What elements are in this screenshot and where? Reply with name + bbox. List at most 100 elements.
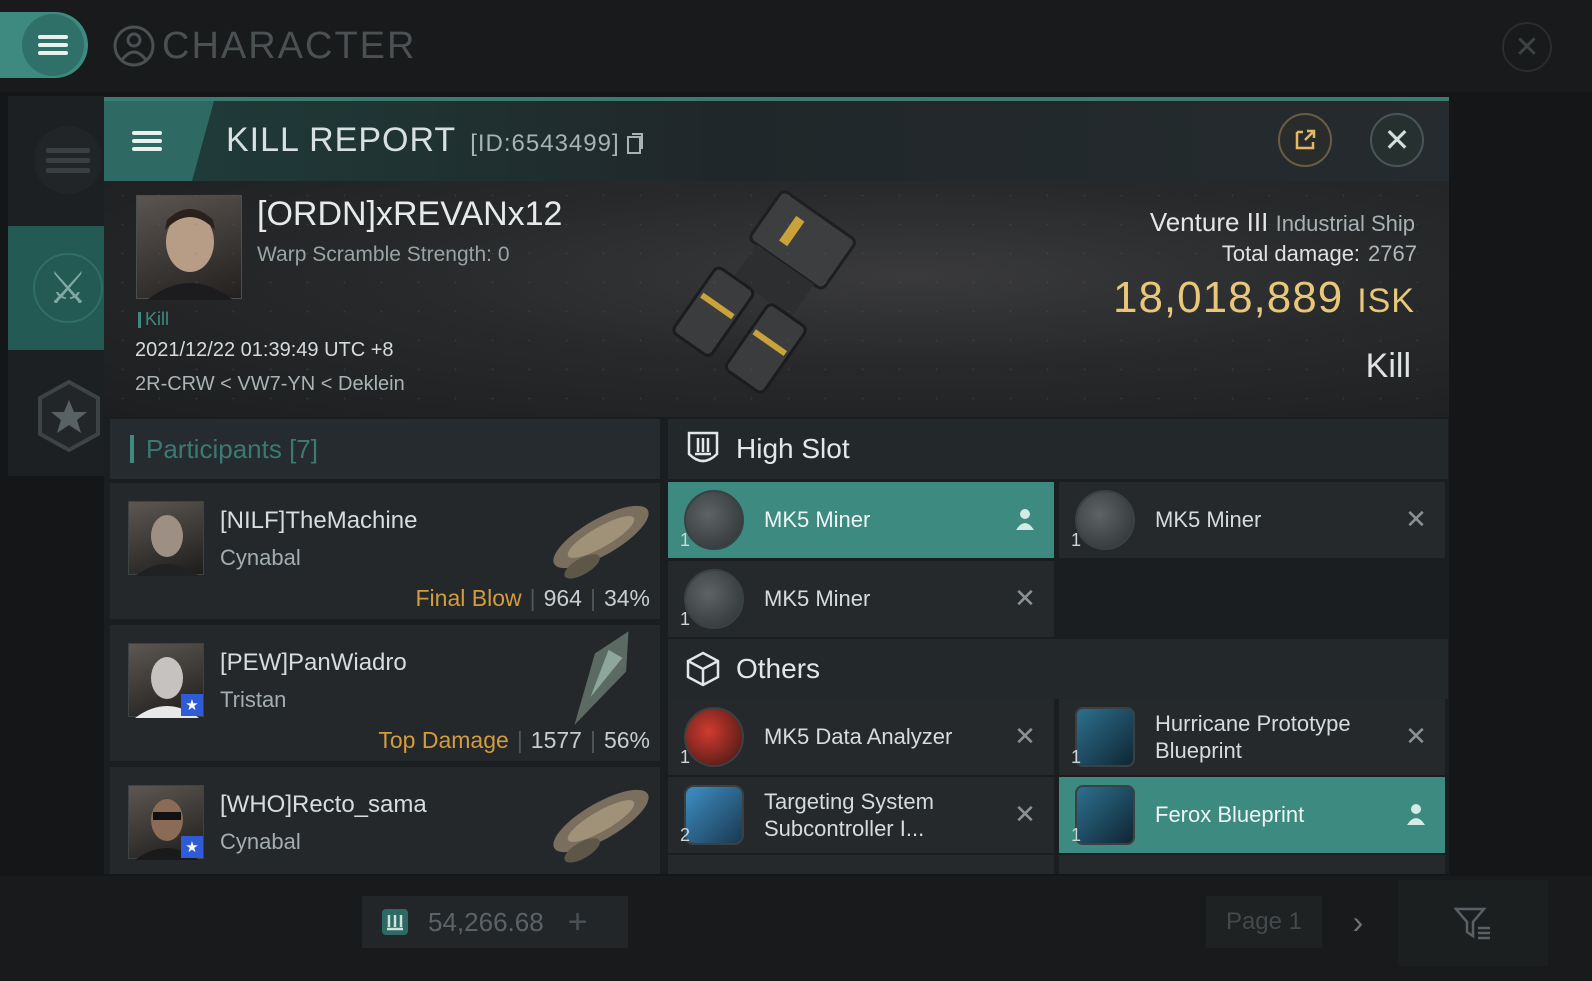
total-damage: Total damage: 2767 <box>1222 241 1417 267</box>
top-damage-label: Top Damage <box>378 727 509 753</box>
module-name: MK5 Data Analyzer <box>764 724 953 750</box>
page-indicator: Page 1 <box>1206 896 1322 948</box>
victim-banner: [ORDN]xREVANx12 Warp Scramble Strength: … <box>104 181 1449 417</box>
module-item[interactable]: 1 Hurricane Prototype Blueprint ✕ <box>1059 699 1445 775</box>
participant-name: [PEW]PanWiadro <box>220 649 407 676</box>
participant-portrait[interactable]: ★ <box>128 643 204 718</box>
module-item[interactable]: 2 Targeting System Subcontroller I... ✕ <box>668 777 1054 853</box>
add-funds-button[interactable]: + <box>568 903 588 942</box>
filter-button[interactable] <box>1398 880 1548 966</box>
report-id[interactable]: [ID:6543499] <box>470 130 643 158</box>
portrait-image <box>147 209 233 300</box>
targeting-system-icon <box>684 785 744 845</box>
others-header-text: Others <box>736 653 821 684</box>
module-item[interactable]: 1 MK5 Data Analyzer ✕ <box>668 699 1054 775</box>
victim-name[interactable]: [ORDN]xREVANx12 <box>257 195 562 234</box>
close-icon: ✕ <box>1405 720 1427 751</box>
victim-ship-image[interactable] <box>652 185 902 403</box>
close-button[interactable]: ✕ <box>1370 113 1424 167</box>
app-title-text: CHARACTER <box>162 24 417 67</box>
high-slot-header-text: High Slot <box>736 433 850 464</box>
person-icon <box>1401 799 1431 829</box>
kill-datetime: 2021/12/22 01:39:49 UTC +8 <box>135 339 394 361</box>
module-item[interactable]: 1 MK5 Miner ✕ <box>1059 482 1445 558</box>
isk-unit: ISK <box>1357 282 1415 320</box>
module-name: Ferox Blueprint <box>1155 802 1305 828</box>
victim-portrait[interactable] <box>136 195 242 300</box>
module-quantity: 1 <box>680 747 691 767</box>
main-menu-button[interactable] <box>0 12 88 78</box>
close-icon: ✕ <box>1014 720 1036 751</box>
person-icon <box>1010 504 1040 534</box>
kill-location[interactable]: 2R-CRW < VW7-YN < Deklein <box>135 373 405 396</box>
hamburger-icon <box>38 31 68 59</box>
share-icon <box>1295 129 1316 150</box>
module-name: Hurricane Prototype Blueprint <box>1155 710 1351 764</box>
participants-header: Participants [7] <box>110 419 660 479</box>
blueprint-icon <box>1075 707 1135 767</box>
participant-card[interactable]: ★ [PEW]PanWiadro Tristan Top Damage | 15… <box>110 625 660 761</box>
wallet-balance: 54,266.68 + <box>362 896 628 948</box>
participant-percent: 56% <box>603 727 650 753</box>
module-name: MK5 Miner <box>1155 507 1262 533</box>
cube-icon <box>686 651 720 687</box>
sidebar-menu-button[interactable] <box>34 126 102 194</box>
module-item[interactable] <box>668 855 1054 874</box>
kill-tag-text: Kill <box>145 309 170 329</box>
participant-name: [WHO]Recto_sama <box>220 791 427 818</box>
module-quantity: 2 <box>680 825 691 845</box>
sidebar-combat-tab[interactable]: ⚔ <box>8 226 104 350</box>
participant-name: [NILF]TheMachine <box>220 507 418 534</box>
kill-result: Kill <box>1365 347 1411 385</box>
ship-name-text: Venture III <box>1149 207 1269 237</box>
module-item[interactable] <box>1059 855 1445 874</box>
star-badge-icon <box>38 379 100 453</box>
victim-ship-name[interactable]: Venture III Industrial Ship <box>1150 207 1415 238</box>
wallet-amount: 54,266.68 <box>428 906 544 937</box>
participant-damage: 964 <box>543 585 582 611</box>
participant-portrait[interactable] <box>128 501 204 576</box>
copy-icon[interactable] <box>626 133 644 155</box>
participant-portrait[interactable]: ★ <box>128 785 204 860</box>
module-name: MK5 Miner <box>764 507 871 533</box>
miner-module-icon <box>684 490 744 550</box>
blueprint-icon <box>1075 785 1135 845</box>
data-analyzer-icon <box>684 707 744 767</box>
isk-value: 18,018,889 ISK <box>1113 273 1415 323</box>
miner-module-icon <box>1075 490 1135 550</box>
participant-ship-image[interactable] <box>540 489 662 585</box>
report-menu-button[interactable] <box>104 101 214 181</box>
participant-stats: Top Damage | 1577 | 56% <box>378 727 650 753</box>
module-quantity: 1 <box>1071 747 1082 767</box>
participant-stats: Final Blow | 964 | 34% <box>415 585 651 611</box>
app-close-button[interactable]: ✕ <box>1502 22 1552 72</box>
hamburger-icon <box>132 127 162 155</box>
share-button[interactable] <box>1278 113 1332 167</box>
participant-card[interactable]: [NILF]TheMachine Cynabal Final Blow | 96… <box>110 483 660 619</box>
kill-report-title-text: KILL REPORT <box>226 121 457 159</box>
module-item[interactable]: 1 MK5 Miner ✕ <box>668 561 1054 637</box>
module-quantity: 1 <box>1071 825 1082 845</box>
participant-damage: 1577 <box>530 727 582 753</box>
module-item[interactable]: 1 MK5 Miner <box>668 482 1054 558</box>
isk-icon <box>382 909 408 935</box>
ship-class-text: Industrial Ship <box>1275 211 1415 236</box>
participant-ship: Cynabal <box>220 545 301 570</box>
module-quantity: 1 <box>680 609 691 629</box>
sidebar-favorites-tab[interactable] <box>34 378 104 454</box>
next-page-button[interactable]: › <box>1336 896 1380 948</box>
close-icon: ✕ <box>1014 582 1036 613</box>
participant-ship-image[interactable] <box>540 773 662 869</box>
kill-report-title: KILL REPORT [ID:6543499] <box>226 121 644 160</box>
module-name: Targeting System Subcontroller I... <box>764 788 934 842</box>
participant-card[interactable]: ★ [WHO]Recto_sama Cynabal <box>110 767 660 874</box>
total-damage-label: Total damage: <box>1221 241 1361 266</box>
close-icon: ✕ <box>1383 122 1411 158</box>
module-item[interactable]: 1 Ferox Blueprint <box>1059 777 1445 853</box>
miner-module-icon <box>684 569 744 629</box>
crossed-swords-icon: ⚔ <box>33 253 103 323</box>
participant-percent: 34% <box>603 585 650 611</box>
participant-ship-image[interactable] <box>540 631 662 727</box>
module-quantity: 1 <box>1071 530 1082 550</box>
module-name: MK5 Miner <box>764 586 871 612</box>
